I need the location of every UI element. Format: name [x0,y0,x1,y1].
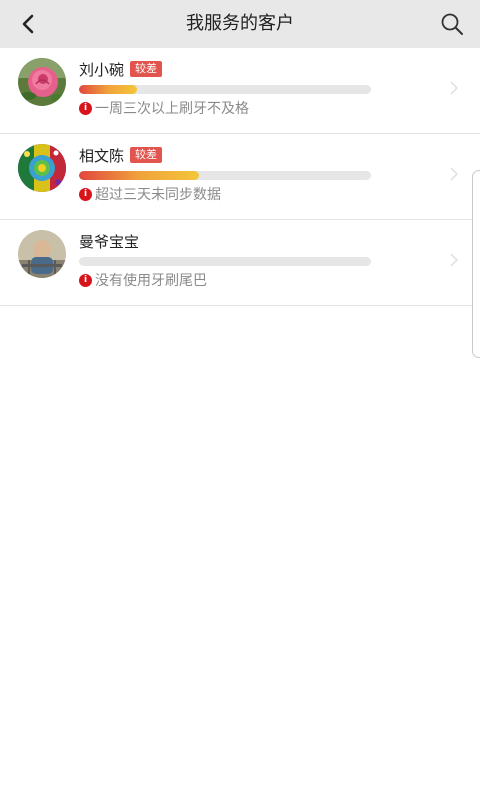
chevron-right-icon [450,81,459,95]
screen: 我服务的客户 刘小碗 较差 i 一周三次以上刷牙不及格 相文陈 较差 i 超过三… [0,0,480,800]
status-badge: 较差 [130,61,163,77]
status-line: i 没有使用牙刷尾巴 [79,270,207,290]
customer-name: 刘小碗 [79,60,125,79]
colorful-avatar [18,144,66,192]
progress-bar [79,171,371,180]
progress-bar [79,257,371,266]
status-text: 没有使用牙刷尾巴 [95,273,207,289]
customer-row[interactable]: 刘小碗 较差 i 一周三次以上刷牙不及格 [0,48,480,134]
edge-panel-handle[interactable] [472,170,480,358]
info-icon: i [79,273,92,287]
baby-photo-avatar [18,230,66,278]
rose-avatar [18,58,66,106]
status-text: 超过三天未同步数据 [95,187,221,203]
status-line: i 超过三天未同步数据 [79,184,221,204]
progress-fill [79,171,199,180]
customer-row[interactable]: 曼爷宝宝 i 没有使用牙刷尾巴 [0,220,480,306]
app-header: 我服务的客户 [0,0,480,48]
info-icon: i [79,101,92,115]
name-line: 刘小碗 较差 [79,58,163,80]
chevron-right-icon [450,253,459,267]
status-line: i 一周三次以上刷牙不及格 [79,98,249,118]
search-button[interactable] [432,4,472,44]
customer-list: 刘小碗 较差 i 一周三次以上刷牙不及格 相文陈 较差 i 超过三天未同步数据 … [0,48,480,306]
info-icon: i [79,187,92,201]
search-icon [441,13,463,35]
name-line: 曼爷宝宝 [79,230,139,252]
status-badge: 较差 [130,147,163,163]
name-line: 相文陈 较差 [79,144,163,166]
customer-name: 曼爷宝宝 [79,232,140,251]
status-text: 一周三次以上刷牙不及格 [95,101,249,117]
chevron-right-icon [450,167,459,181]
customer-row[interactable]: 相文陈 较差 i 超过三天未同步数据 [0,134,480,220]
progress-fill [79,85,138,94]
progress-bar [79,85,371,94]
page-title: 我服务的客户 [186,13,294,34]
customer-name: 相文陈 [79,146,125,165]
